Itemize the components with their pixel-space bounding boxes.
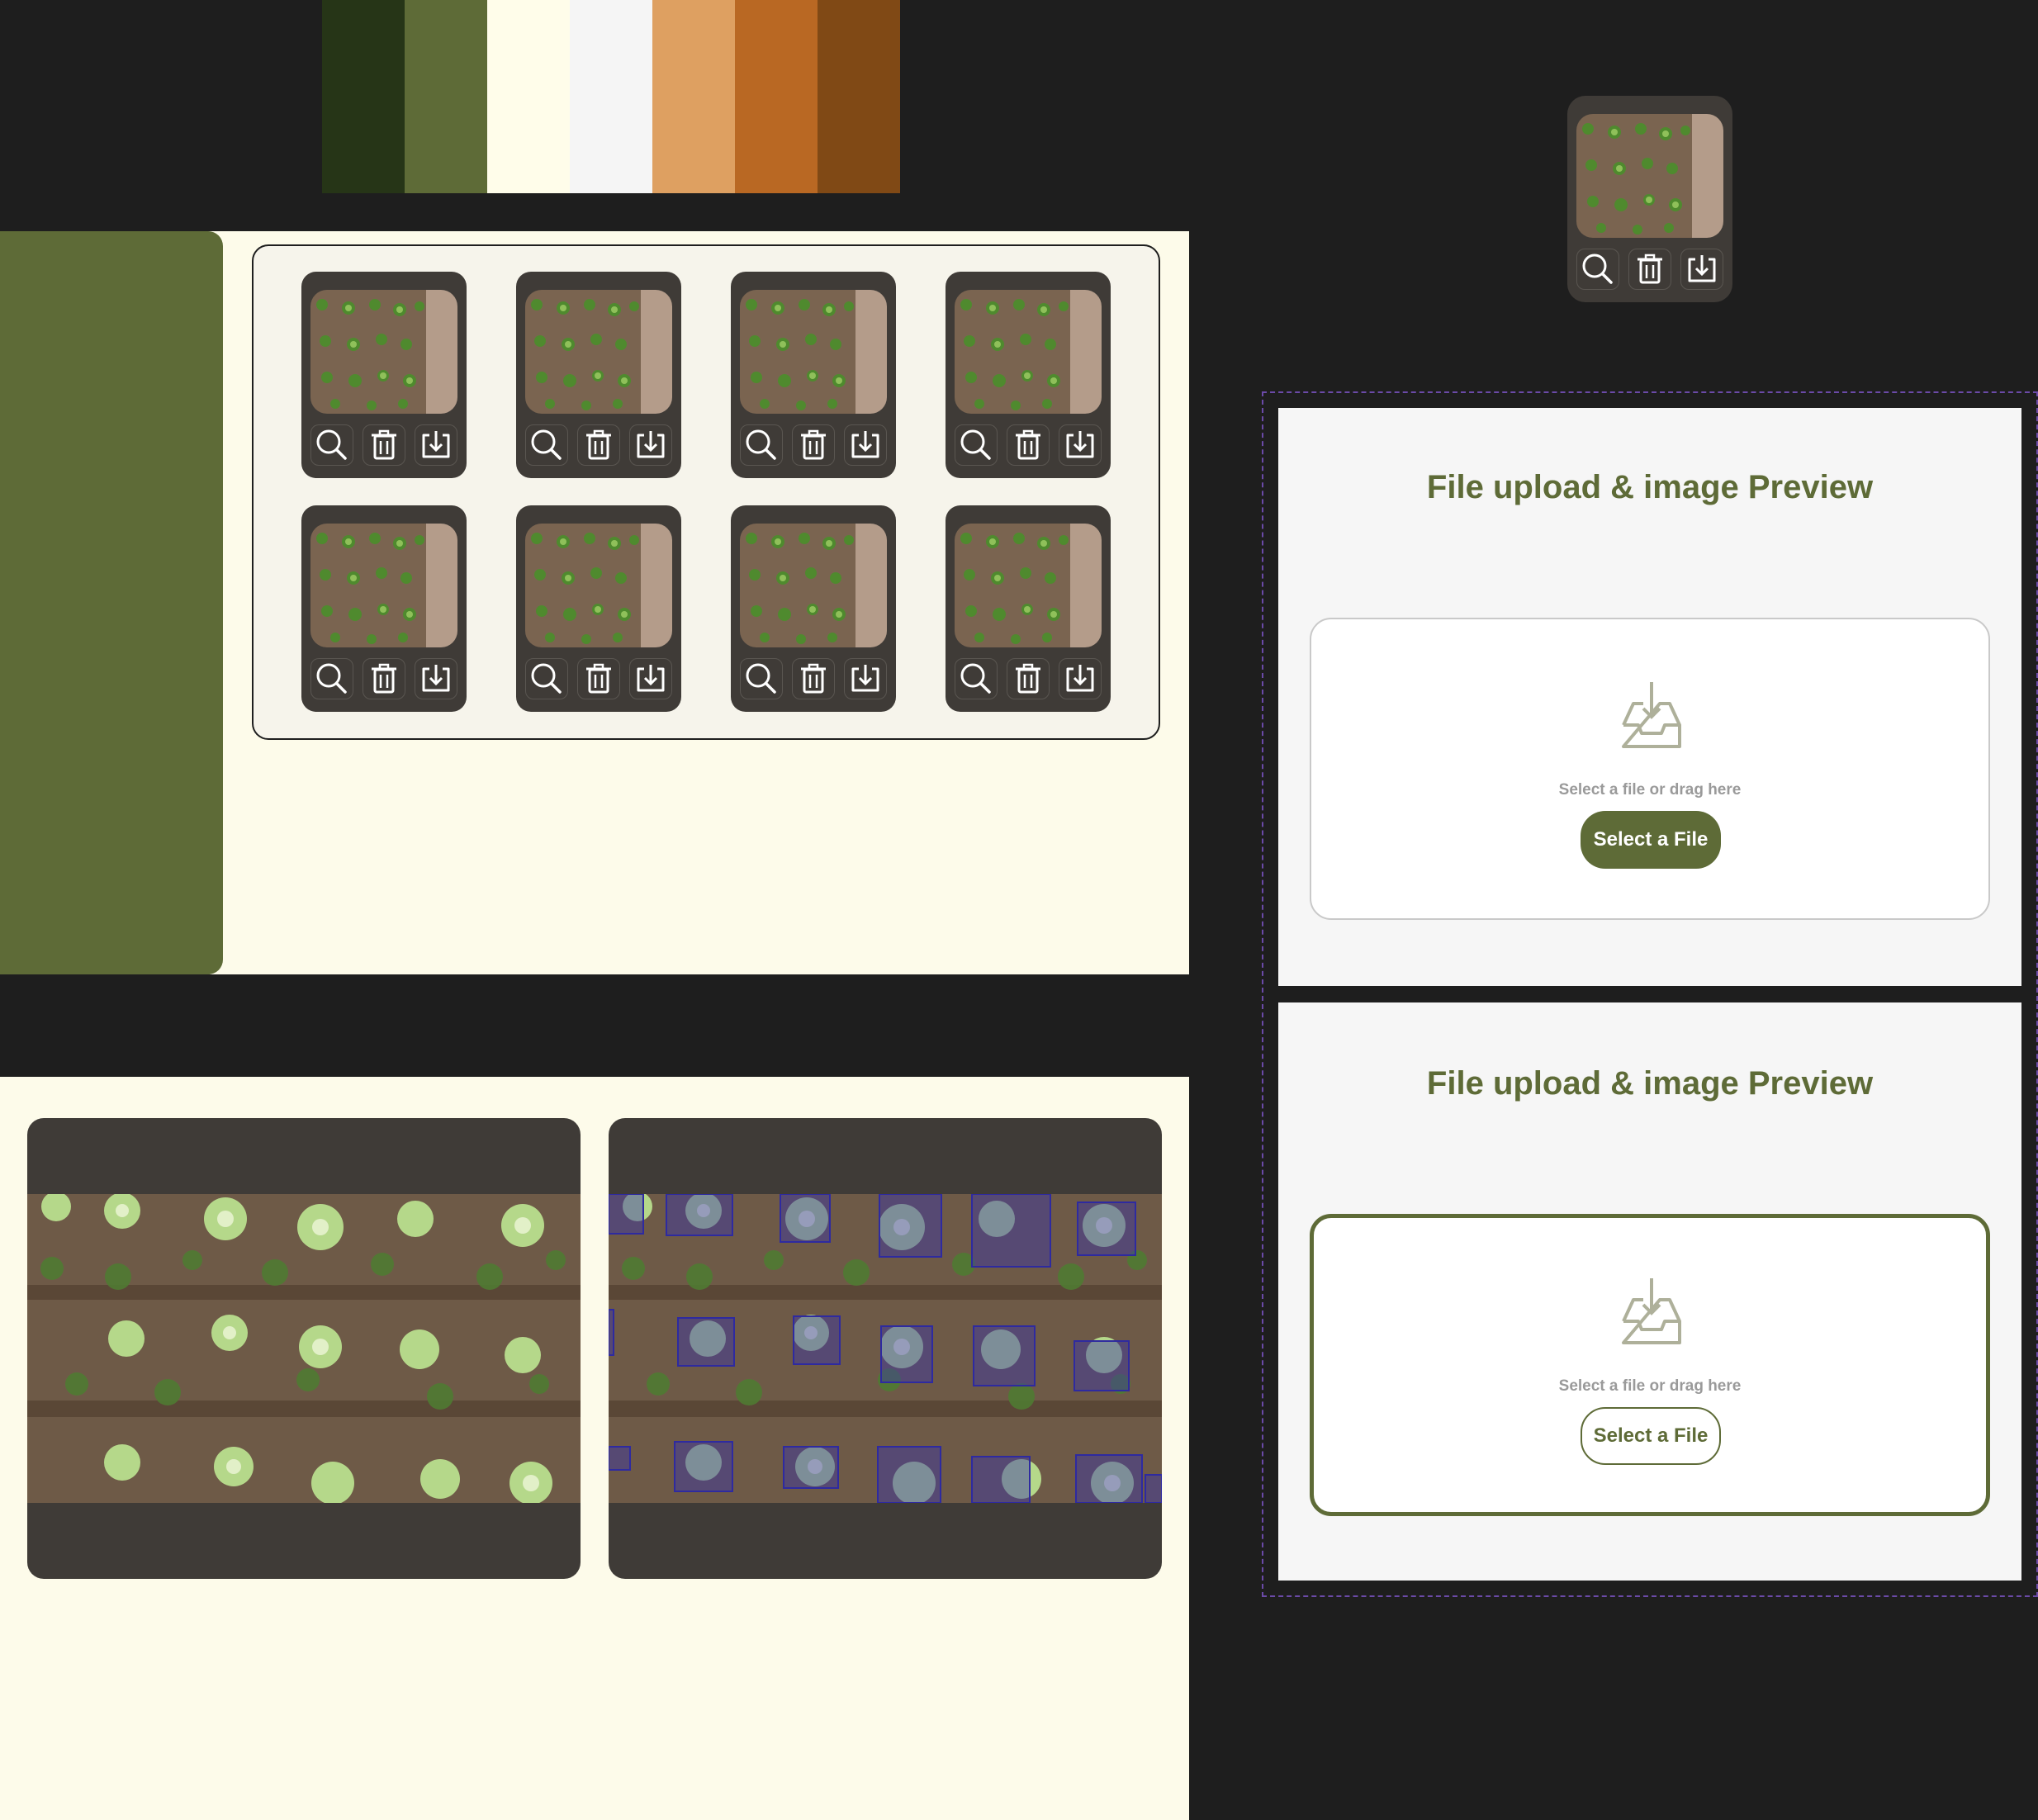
download-button[interactable]: [415, 658, 457, 699]
trash-icon: [370, 663, 398, 694]
original-image-preview: [27, 1118, 581, 1579]
delete-button[interactable]: [1628, 249, 1671, 290]
trash-icon: [585, 663, 613, 694]
zoom-button[interactable]: [1576, 249, 1619, 290]
trash-icon: [1014, 429, 1042, 460]
upload-panel-active: File upload & image Preview Select a fil…: [1278, 1002, 2021, 1581]
delete-button[interactable]: [792, 658, 835, 699]
delete-button[interactable]: [363, 424, 405, 466]
search-icon: [746, 429, 776, 460]
delete-button[interactable]: [1007, 658, 1050, 699]
image-grid: [252, 244, 1160, 740]
image-thumbnail[interactable]: [740, 524, 887, 647]
image-thumbnail[interactable]: [1576, 114, 1723, 238]
color-palette: [322, 0, 900, 193]
download-icon: [851, 429, 879, 458]
search-icon: [746, 663, 776, 694]
search-icon: [960, 429, 991, 460]
download-icon: [637, 429, 665, 458]
upload-title: File upload & image Preview: [1426, 469, 1874, 505]
search-icon: [316, 663, 347, 694]
image-thumbnail[interactable]: [740, 290, 887, 414]
image-thumbnail[interactable]: [310, 290, 457, 414]
download-button[interactable]: [844, 424, 887, 466]
download-button[interactable]: [1680, 249, 1723, 290]
delete-button[interactable]: [792, 424, 835, 466]
image-card: [946, 505, 1111, 712]
download-icon: [851, 663, 879, 692]
search-icon: [960, 663, 991, 694]
image-card: [301, 505, 467, 712]
image-card: [731, 505, 896, 712]
delete-button[interactable]: [1007, 424, 1050, 466]
delete-button[interactable]: [363, 658, 405, 699]
image-card: [516, 272, 681, 478]
select-file-button[interactable]: Select a File: [1581, 811, 1721, 869]
image-thumbnail[interactable]: [955, 524, 1102, 647]
upload-panel-default: File upload & image Preview Select a fil…: [1278, 408, 2021, 986]
search-icon: [316, 429, 347, 460]
download-icon: [1066, 429, 1094, 458]
zoom-button[interactable]: [955, 658, 998, 699]
download-button[interactable]: [844, 658, 887, 699]
swatch-2: [405, 0, 487, 193]
trash-icon: [1636, 254, 1664, 284]
trash-icon: [370, 429, 398, 460]
select-file-button[interactable]: Select a File: [1581, 1407, 1721, 1465]
upload-title: File upload & image Preview: [1426, 1065, 1874, 1102]
download-icon: [422, 429, 450, 458]
zoom-button[interactable]: [955, 424, 998, 466]
image-thumbnail[interactable]: [525, 290, 672, 414]
search-icon: [531, 429, 562, 460]
image-thumbnail[interactable]: [310, 524, 457, 647]
delete-button[interactable]: [577, 424, 620, 466]
swatch-6: [735, 0, 818, 193]
zoom-button[interactable]: [525, 658, 568, 699]
download-icon: [1688, 254, 1716, 282]
inbox-icon: [1622, 680, 1681, 748]
download-icon: [1066, 663, 1094, 692]
swatch-7: [818, 0, 900, 193]
download-icon: [422, 663, 450, 692]
trash-icon: [799, 663, 827, 694]
image-card: [946, 272, 1111, 478]
zoom-button[interactable]: [525, 424, 568, 466]
swatch-3: [487, 0, 570, 193]
swatch-1: [322, 0, 405, 193]
trash-icon: [585, 429, 613, 460]
dropzone[interactable]: Select a file or drag here Select a File: [1310, 618, 1990, 920]
dropzone-hint: Select a file or drag here: [1558, 781, 1742, 799]
field-image: [27, 1194, 581, 1503]
swatch-4: [570, 0, 652, 193]
download-button[interactable]: [629, 658, 672, 699]
image-thumbnail[interactable]: [525, 524, 672, 647]
zoom-button[interactable]: [740, 658, 783, 699]
zoom-button[interactable]: [310, 424, 353, 466]
dropzone-hint: Select a file or drag here: [1558, 1377, 1742, 1395]
zoom-button[interactable]: [310, 658, 353, 699]
image-card: [516, 505, 681, 712]
dropzone[interactable]: Select a file or drag here Select a File: [1310, 1214, 1990, 1516]
image-thumbnail[interactable]: [955, 290, 1102, 414]
swatch-5: [652, 0, 735, 193]
search-icon: [531, 663, 562, 694]
sidebar: [0, 231, 223, 974]
download-button[interactable]: [629, 424, 672, 466]
download-button[interactable]: [1059, 424, 1102, 466]
trash-icon: [799, 429, 827, 460]
download-icon: [637, 663, 665, 692]
image-card: [301, 272, 467, 478]
image-card: [731, 272, 896, 478]
image-card-single: [1567, 96, 1732, 302]
inbox-icon: [1622, 1277, 1681, 1344]
search-icon: [1582, 254, 1613, 284]
detection-image-preview: [609, 1118, 1162, 1579]
zoom-button[interactable]: [740, 424, 783, 466]
field-image-detections: [609, 1194, 1162, 1503]
trash-icon: [1014, 663, 1042, 694]
download-button[interactable]: [1059, 658, 1102, 699]
download-button[interactable]: [415, 424, 457, 466]
delete-button[interactable]: [577, 658, 620, 699]
